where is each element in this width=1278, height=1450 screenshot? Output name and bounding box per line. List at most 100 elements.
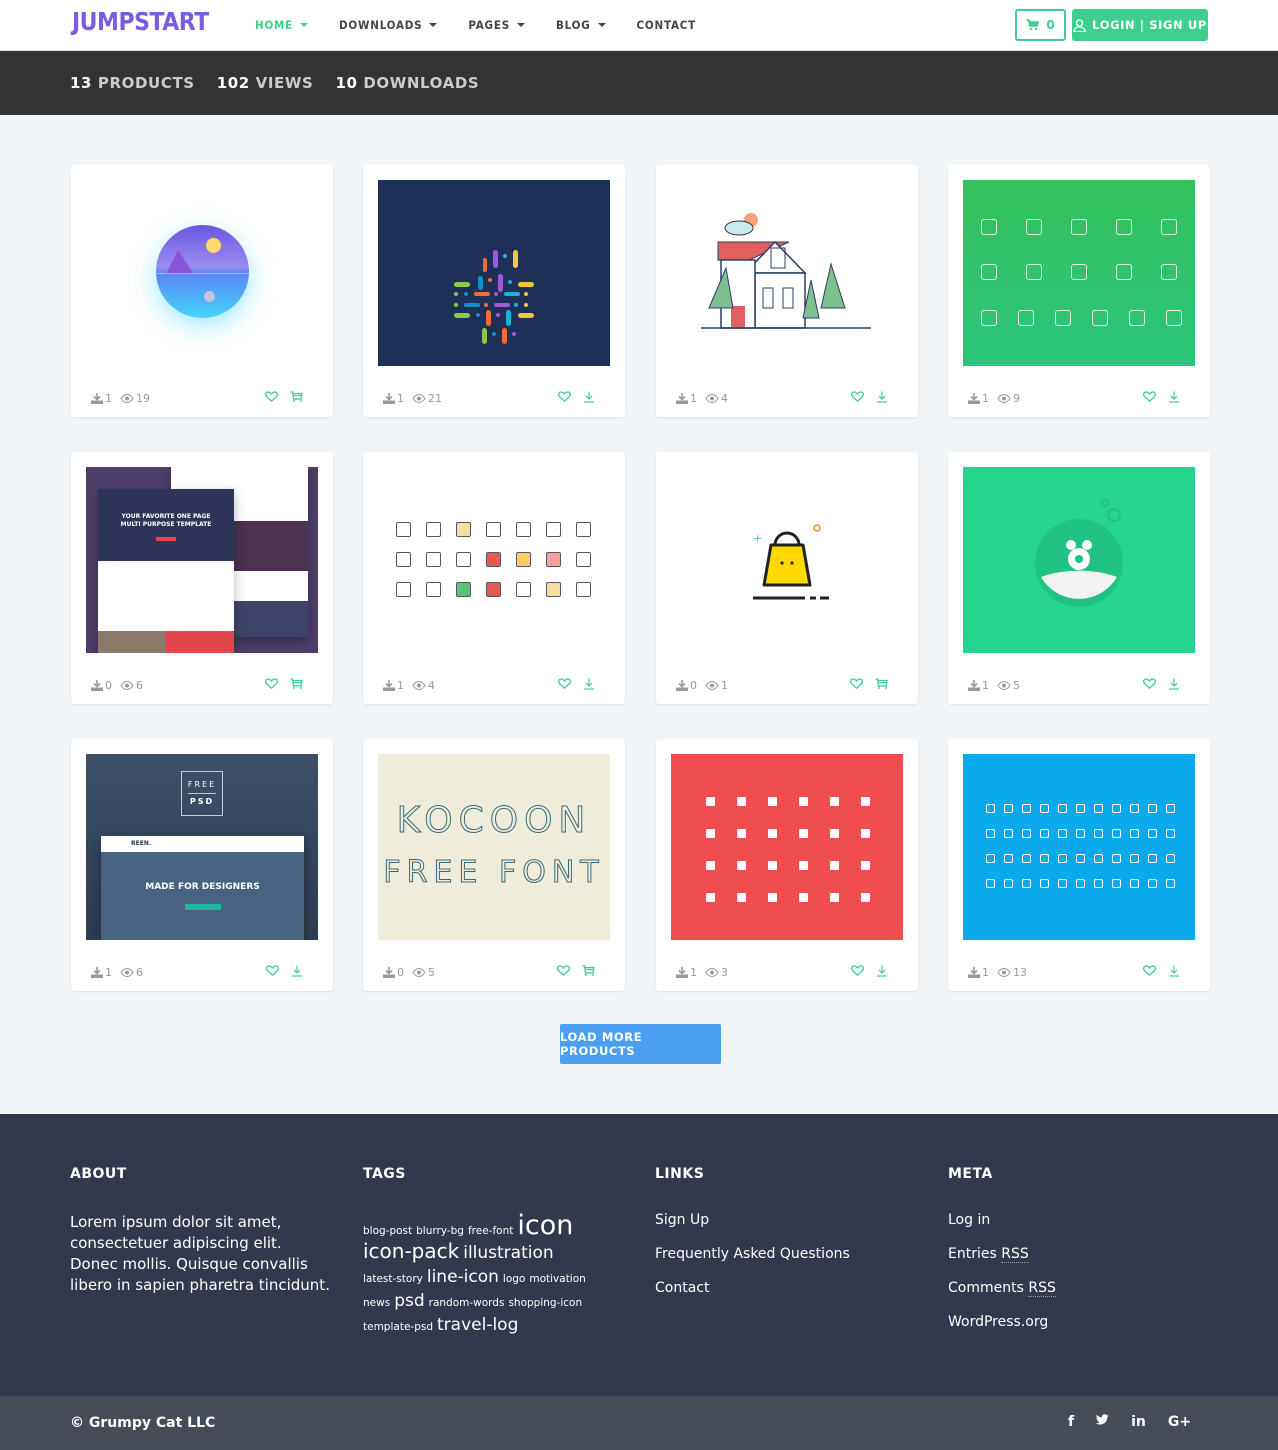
favorite-button[interactable]: [557, 965, 570, 979]
product-thumbnail[interactable]: [86, 180, 318, 366]
site-logo[interactable]: JUMPSTART: [72, 8, 209, 37]
add-to-cart-icon: [582, 964, 595, 976]
download-button[interactable]: [1168, 391, 1180, 406]
product-card[interactable]: + 0 1: [656, 452, 918, 704]
product-thumbnail[interactable]: YOUR FAVORITE ONE PAGE MULTI PURPOSE TEMP…: [86, 467, 318, 653]
nav-pages[interactable]: PAGES: [468, 18, 525, 32]
stat-downloads: 10 DOWNLOADS: [335, 74, 479, 92]
add-to-cart-button[interactable]: [290, 390, 303, 406]
nav-home[interactable]: HOME: [255, 18, 309, 32]
download-count-icon: [91, 392, 103, 404]
product-card[interactable]: 1 19: [71, 165, 333, 417]
tag-link[interactable]: psd: [394, 1293, 424, 1310]
login-signup-button[interactable]: LOGIN | SIGN UP: [1072, 9, 1208, 41]
product-thumbnail[interactable]: [963, 467, 1195, 653]
free-font-title: FREE FONT: [383, 855, 605, 891]
tag-link[interactable]: template-psd: [363, 1322, 433, 1333]
product-card[interactable]: 1 3: [656, 739, 918, 991]
product-card[interactable]: FREE PSD REEN. MADE FOR DESIGNERS 1 6: [71, 739, 333, 991]
nav-contact-label: CONTACT: [636, 18, 696, 32]
view-count: 6: [120, 966, 143, 979]
favorite-button[interactable]: [1143, 678, 1156, 692]
product-thumbnail[interactable]: [671, 180, 903, 366]
footer-about-text: Lorem ipsum dolor sit amet, consectetuer…: [70, 1213, 330, 1294]
download-button[interactable]: [583, 391, 595, 406]
favorite-button[interactable]: [265, 678, 278, 692]
favorite-button[interactable]: [850, 678, 863, 692]
view-count-value: 4: [721, 391, 728, 405]
product-thumbnail[interactable]: [671, 754, 903, 940]
product-card[interactable]: 1 5: [948, 452, 1210, 704]
meta-link-login[interactable]: Log in: [948, 1212, 1056, 1228]
add-to-cart-button[interactable]: [290, 677, 303, 693]
download-button[interactable]: [876, 965, 888, 980]
favorite-button[interactable]: [558, 391, 571, 405]
download-button[interactable]: [583, 678, 595, 693]
download-count-icon: [383, 392, 395, 404]
product-card[interactable]: 1 4: [363, 452, 625, 704]
product-card[interactable]: YOUR FAVORITE ONE PAGE MULTI PURPOSE TEMP…: [71, 452, 333, 704]
favorite-button[interactable]: [1143, 391, 1156, 405]
download-icon: [1169, 678, 1179, 690]
product-card[interactable]: KOCOON FREE FONT 0 5: [363, 739, 625, 991]
copyright: © Grumpy Cat LLC: [70, 1415, 216, 1431]
footer-link-faq[interactable]: Frequently Asked Questions: [655, 1246, 850, 1262]
tag-link[interactable]: news: [363, 1298, 390, 1309]
meta-link-comments-rss[interactable]: Comments RSS: [948, 1280, 1056, 1297]
product-thumbnail[interactable]: [963, 180, 1195, 366]
tag-link[interactable]: travel-log: [437, 1317, 518, 1334]
download-count-value: 1: [982, 391, 989, 405]
download-button[interactable]: [1168, 965, 1180, 980]
tag-link[interactable]: logo: [503, 1274, 525, 1285]
download-button[interactable]: [1168, 678, 1180, 693]
download-button[interactable]: [291, 965, 303, 980]
product-thumbnail[interactable]: [963, 754, 1195, 940]
product-meta: 0 6: [91, 677, 303, 693]
add-to-cart-button[interactable]: [582, 964, 595, 980]
linkedin-icon[interactable]: in: [1131, 1414, 1146, 1430]
product-thumbnail[interactable]: [378, 180, 610, 366]
favorite-button[interactable]: [851, 965, 864, 979]
product-thumbnail[interactable]: [378, 467, 610, 653]
tag-link[interactable]: blog-post: [363, 1226, 412, 1237]
favorite-button[interactable]: [265, 391, 278, 405]
tag-link[interactable]: shopping-icon: [508, 1298, 582, 1309]
product-card[interactable]: 1 21: [363, 165, 625, 417]
product-card[interactable]: 1 13: [948, 739, 1210, 991]
nav-downloads[interactable]: DOWNLOADS: [339, 18, 438, 32]
product-card[interactable]: 1 9: [948, 165, 1210, 417]
tag-link[interactable]: motivation: [529, 1274, 585, 1285]
tag-link[interactable]: free-font: [468, 1226, 513, 1237]
tag-link[interactable]: line-icon: [427, 1269, 499, 1286]
twitter-icon[interactable]: [1096, 1414, 1109, 1430]
add-to-cart-button[interactable]: [875, 677, 888, 693]
download-count-value: 0: [397, 965, 404, 979]
load-more-button[interactable]: LOAD MORE PRODUCTS: [560, 1024, 721, 1064]
favorite-button[interactable]: [851, 391, 864, 405]
tag-link[interactable]: icon: [517, 1212, 573, 1239]
tag-link[interactable]: illustration: [463, 1245, 553, 1262]
product-thumbnail[interactable]: +: [671, 467, 903, 653]
meta-link-entries-rss[interactable]: Entries RSS: [948, 1246, 1056, 1263]
footer-link-signup[interactable]: Sign Up: [655, 1212, 850, 1228]
nav-blog[interactable]: BLOG: [556, 18, 606, 32]
favorite-button[interactable]: [558, 678, 571, 692]
download-button[interactable]: [876, 391, 888, 406]
google-plus-icon[interactable]: G+: [1168, 1414, 1191, 1430]
cart-button[interactable]: 0: [1015, 9, 1066, 41]
tag-link[interactable]: icon-pack: [363, 1241, 459, 1261]
product-card[interactable]: 1 4: [656, 165, 918, 417]
product-thumbnail[interactable]: FREE PSD REEN. MADE FOR DESIGNERS: [86, 754, 318, 940]
tag-link[interactable]: blurry-bg: [416, 1226, 464, 1237]
meta-link-wordpress[interactable]: WordPress.org: [948, 1314, 1056, 1330]
tag-link[interactable]: latest-story: [363, 1274, 423, 1285]
tag-link[interactable]: random-words: [429, 1298, 505, 1309]
eye-icon: [705, 680, 719, 690]
footer-link-contact[interactable]: Contact: [655, 1280, 850, 1296]
favorite-button[interactable]: [1143, 965, 1156, 979]
facebook-icon[interactable]: f: [1068, 1414, 1074, 1430]
product-thumbnail[interactable]: KOCOON FREE FONT: [378, 754, 610, 940]
favorite-button[interactable]: [266, 965, 279, 979]
download-count: 1: [676, 392, 697, 405]
nav-contact[interactable]: CONTACT: [637, 18, 696, 32]
